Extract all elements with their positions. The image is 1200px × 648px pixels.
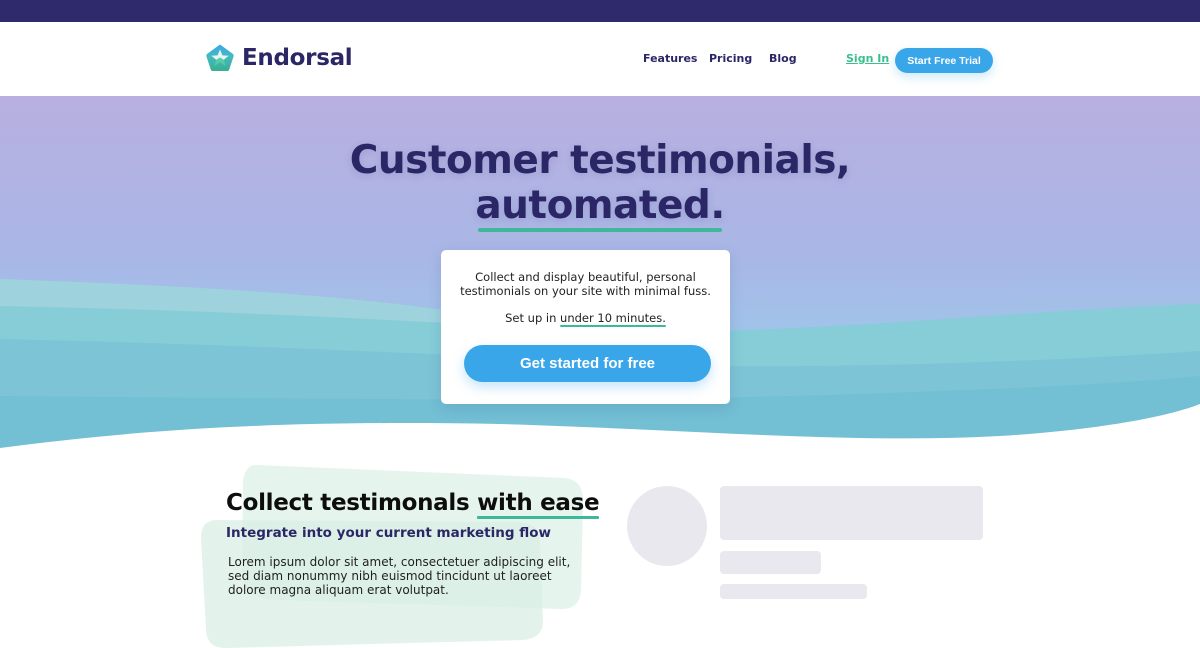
sign-in-link[interactable]: Sign In	[846, 52, 889, 65]
hero-title-line1: Customer testimonials,	[349, 138, 851, 183]
nav-links: Features Pricing Blog Sign In	[0, 52, 1200, 72]
skeleton-meta-block	[720, 584, 867, 599]
feature-body: Lorem ipsum dolor sit amet, consectetuer…	[228, 555, 571, 597]
feature-subtitle: Integrate into your current marketing fl…	[226, 525, 551, 541]
hero-card: Collect and display beautiful, personal …	[441, 250, 730, 404]
setup-prefix: Set up in	[505, 311, 561, 325]
setup-time-text: Set up in under 10 minutes.	[441, 311, 730, 327]
skeleton-quote-block	[720, 486, 983, 540]
feature-title: Collect testimonals with ease	[226, 490, 600, 519]
hero-description: Collect and display beautiful, personal …	[460, 270, 711, 298]
feature-title-highlight: with ease	[477, 490, 600, 519]
hero-title: Customer testimonials, automated.	[0, 138, 1200, 232]
title-underline	[478, 228, 722, 232]
avatar-placeholder-icon	[627, 486, 707, 566]
hero-title-highlight: automated.	[475, 183, 725, 228]
start-free-trial-button[interactable]: Start Free Trial	[895, 48, 993, 73]
skeleton-name-block	[720, 551, 821, 574]
feature-background-blobs	[195, 460, 595, 648]
nav-link-blog[interactable]: Blog	[769, 52, 797, 65]
hero-section: Customer testimonials, automated. Collec…	[0, 96, 1200, 456]
hero-title-line2: automated.	[475, 183, 725, 232]
top-bar	[0, 0, 1200, 22]
nav-link-features[interactable]: Features	[643, 52, 697, 65]
nav-link-pricing[interactable]: Pricing	[709, 52, 752, 65]
navbar: Endorsal Features Pricing Blog Sign In S…	[0, 22, 1200, 96]
feature-title-prefix: Collect testimonals	[226, 490, 478, 516]
get-started-button[interactable]: Get started for free	[464, 345, 711, 382]
setup-highlight: under 10 minutes.	[560, 311, 666, 327]
